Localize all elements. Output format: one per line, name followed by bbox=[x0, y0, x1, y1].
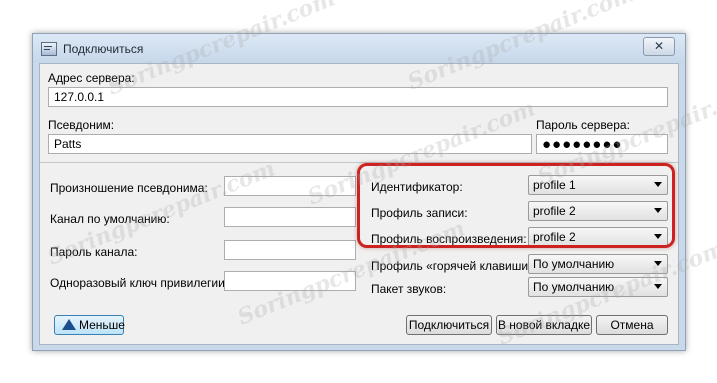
privilege-key-label: Одноразовый ключ привилегии: bbox=[50, 276, 229, 290]
nickname-pronunciation-input[interactable] bbox=[224, 176, 356, 196]
nickname-label: Псевдоним: bbox=[48, 118, 115, 132]
default-channel-input[interactable] bbox=[224, 207, 356, 227]
connect-button[interactable]: Подключиться bbox=[406, 315, 492, 335]
sound-pack-value: По умолчанию bbox=[533, 280, 615, 294]
privilege-key-input[interactable] bbox=[224, 271, 356, 291]
less-button[interactable]: Меньше bbox=[54, 315, 125, 335]
highlight-frame bbox=[357, 163, 675, 248]
close-icon: ✕ bbox=[653, 39, 665, 53]
app-icon bbox=[41, 42, 57, 56]
default-channel-label: Канал по умолчанию: bbox=[50, 212, 170, 226]
title-bar[interactable]: Подключиться ✕ bbox=[33, 34, 685, 63]
sound-pack-select[interactable]: По умолчанию bbox=[528, 277, 668, 297]
hotkey-profile-value: По умолчанию bbox=[533, 257, 615, 271]
channel-password-input[interactable] bbox=[224, 240, 356, 260]
triangle-up-icon bbox=[62, 319, 76, 330]
chevron-down-icon bbox=[654, 261, 662, 266]
server-address-label: Адрес сервера: bbox=[48, 71, 135, 85]
dialog-title: Подключиться bbox=[63, 42, 144, 56]
hotkey-profile-label: Профиль «горячей клавиши»: bbox=[371, 259, 539, 273]
chevron-down-icon bbox=[654, 284, 662, 289]
nickname-pronunciation-label: Произношение псевдонима: bbox=[50, 181, 208, 195]
close-button[interactable]: ✕ bbox=[643, 37, 675, 56]
sound-pack-label: Пакет звуков: bbox=[371, 282, 447, 296]
hotkey-profile-select[interactable]: По умолчанию bbox=[528, 254, 668, 274]
server-address-input[interactable]: 127.0.0.1 bbox=[48, 87, 668, 107]
server-password-label: Пароль сервера: bbox=[536, 118, 630, 132]
channel-password-label: Пароль канала: bbox=[50, 245, 138, 259]
less-button-label: Меньше bbox=[79, 318, 125, 332]
cancel-button[interactable]: Отмена bbox=[596, 315, 668, 335]
server-password-input[interactable]: ●●●●●●●● bbox=[536, 134, 668, 154]
new-tab-button[interactable]: В новой вкладке bbox=[496, 315, 592, 335]
nickname-input[interactable]: Patts bbox=[48, 134, 532, 154]
